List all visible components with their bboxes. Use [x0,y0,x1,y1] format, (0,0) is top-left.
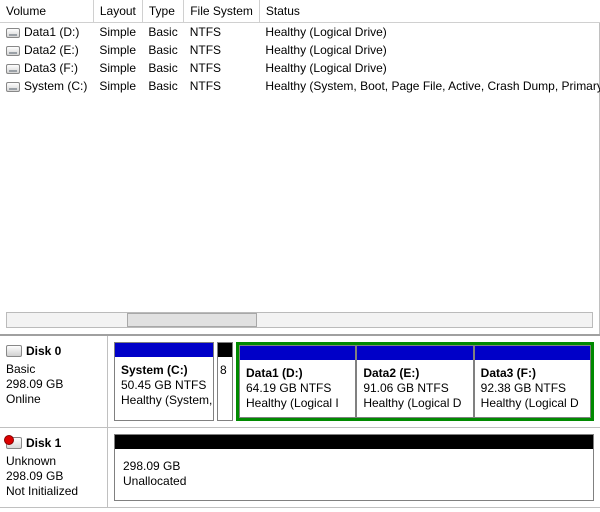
cell-volume: Data2 (E:) [24,43,79,57]
disk-title: Disk 0 [26,344,61,358]
cell-type: Basic [142,59,183,77]
disk1-partitions: 298.09 GB Unallocated [108,428,600,507]
cell-volume: Data1 (D:) [24,25,79,39]
disk0-partitions: System (C:) 50.45 GB NTFS Healthy (Syste… [108,336,600,427]
cell-volume: System (C:) [24,79,87,93]
disk0-info: Disk 0 Basic 298.09 GB Online [0,336,108,427]
cell-fs: NTFS [184,22,260,41]
partition-size: 91.06 GB NTFS [363,381,466,396]
partition-header [115,435,593,449]
col-volume[interactable]: Volume [0,0,93,22]
cell-status: Healthy (System, Boot, Page File, Active… [259,77,600,95]
cell-type: Basic [142,77,183,95]
cell-layout: Simple [93,77,142,95]
drive-icon [6,28,20,38]
disk-type: Unknown [6,454,101,469]
table-row[interactable]: Data3 (F:) Simple Basic NTFS Healthy (Lo… [0,59,600,77]
partition-name: System (C:) [121,363,207,378]
extended-partition-group: Data1 (D:) 64.19 GB NTFS Healthy (Logica… [236,342,594,421]
partition-header [115,343,213,357]
partition-size: 8 [220,363,230,378]
scrollbar-thumb[interactable] [127,313,257,327]
disk-state: Online [6,392,101,407]
partition-f[interactable]: Data3 (F:) 92.38 GB NTFS Healthy (Logica… [474,345,591,418]
disk-icon [6,345,22,357]
cell-type: Basic [142,22,183,41]
disk-size: 298.09 GB [6,469,101,484]
partition-status: Healthy (Logical I [246,396,349,411]
partition-d[interactable]: Data1 (D:) 64.19 GB NTFS Healthy (Logica… [239,345,356,418]
partition-header [475,346,590,360]
disk1-row[interactable]: Disk 1 Unknown 298.09 GB Not Initialized… [0,428,600,508]
partition-e[interactable]: Data2 (E:) 91.06 GB NTFS Healthy (Logica… [356,345,473,418]
table-row[interactable]: System (C:) Simple Basic NTFS Healthy (S… [0,77,600,95]
horizontal-scrollbar[interactable] [6,312,593,328]
cell-status: Healthy (Logical Drive) [259,59,600,77]
cell-fs: NTFS [184,77,260,95]
partition-size: 64.19 GB NTFS [246,381,349,396]
cell-status: Healthy (Logical Drive) [259,41,600,59]
partition-system[interactable]: System (C:) 50.45 GB NTFS Healthy (Syste… [114,342,214,421]
partition-size: 50.45 GB NTFS [121,378,207,393]
partition-status: Healthy (Logical D [363,396,466,411]
col-type[interactable]: Type [142,0,183,22]
partition-name: Data2 (E:) [363,366,466,381]
disk-title: Disk 1 [26,436,61,450]
cell-type: Basic [142,41,183,59]
partition-header [240,346,355,360]
partition-hidden[interactable]: 8 [217,342,233,421]
cell-status: Healthy (Logical Drive) [259,22,600,41]
partition-header [357,346,472,360]
cell-fs: NTFS [184,41,260,59]
disk-type: Basic [6,362,101,377]
unalloc-label: Unallocated [123,474,585,489]
partition-header [218,343,232,357]
partition-status: Healthy (System, [121,393,207,408]
drive-icon [6,82,20,92]
cell-layout: Simple [93,41,142,59]
volume-list-panel: Volume Layout Type File System Status Da… [0,0,600,334]
disk-size: 298.09 GB [6,377,101,392]
table-row[interactable]: Data2 (E:) Simple Basic NTFS Healthy (Lo… [0,41,600,59]
col-status[interactable]: Status [259,0,600,22]
disk1-info: Disk 1 Unknown 298.09 GB Not Initialized [0,428,108,507]
partition-name: Data3 (F:) [481,366,584,381]
unalloc-size: 298.09 GB [123,459,585,474]
disk-error-icon [6,437,22,449]
disk-map-panel: Disk 0 Basic 298.09 GB Online System (C:… [0,334,600,508]
cell-volume: Data3 (F:) [24,61,78,75]
col-filesystem[interactable]: File System [184,0,260,22]
disk0-row[interactable]: Disk 0 Basic 298.09 GB Online System (C:… [0,336,600,428]
cell-fs: NTFS [184,59,260,77]
partition-status: Healthy (Logical D [481,396,584,411]
partition-unallocated[interactable]: 298.09 GB Unallocated [114,434,594,501]
cell-layout: Simple [93,59,142,77]
table-row[interactable]: Data1 (D:) Simple Basic NTFS Healthy (Lo… [0,22,600,41]
partition-size: 92.38 GB NTFS [481,381,584,396]
col-layout[interactable]: Layout [93,0,142,22]
disk-state: Not Initialized [6,484,101,499]
drive-icon [6,46,20,56]
partition-name: Data1 (D:) [246,366,349,381]
drive-icon [6,64,20,74]
cell-layout: Simple [93,22,142,41]
volume-table[interactable]: Volume Layout Type File System Status Da… [0,0,600,95]
